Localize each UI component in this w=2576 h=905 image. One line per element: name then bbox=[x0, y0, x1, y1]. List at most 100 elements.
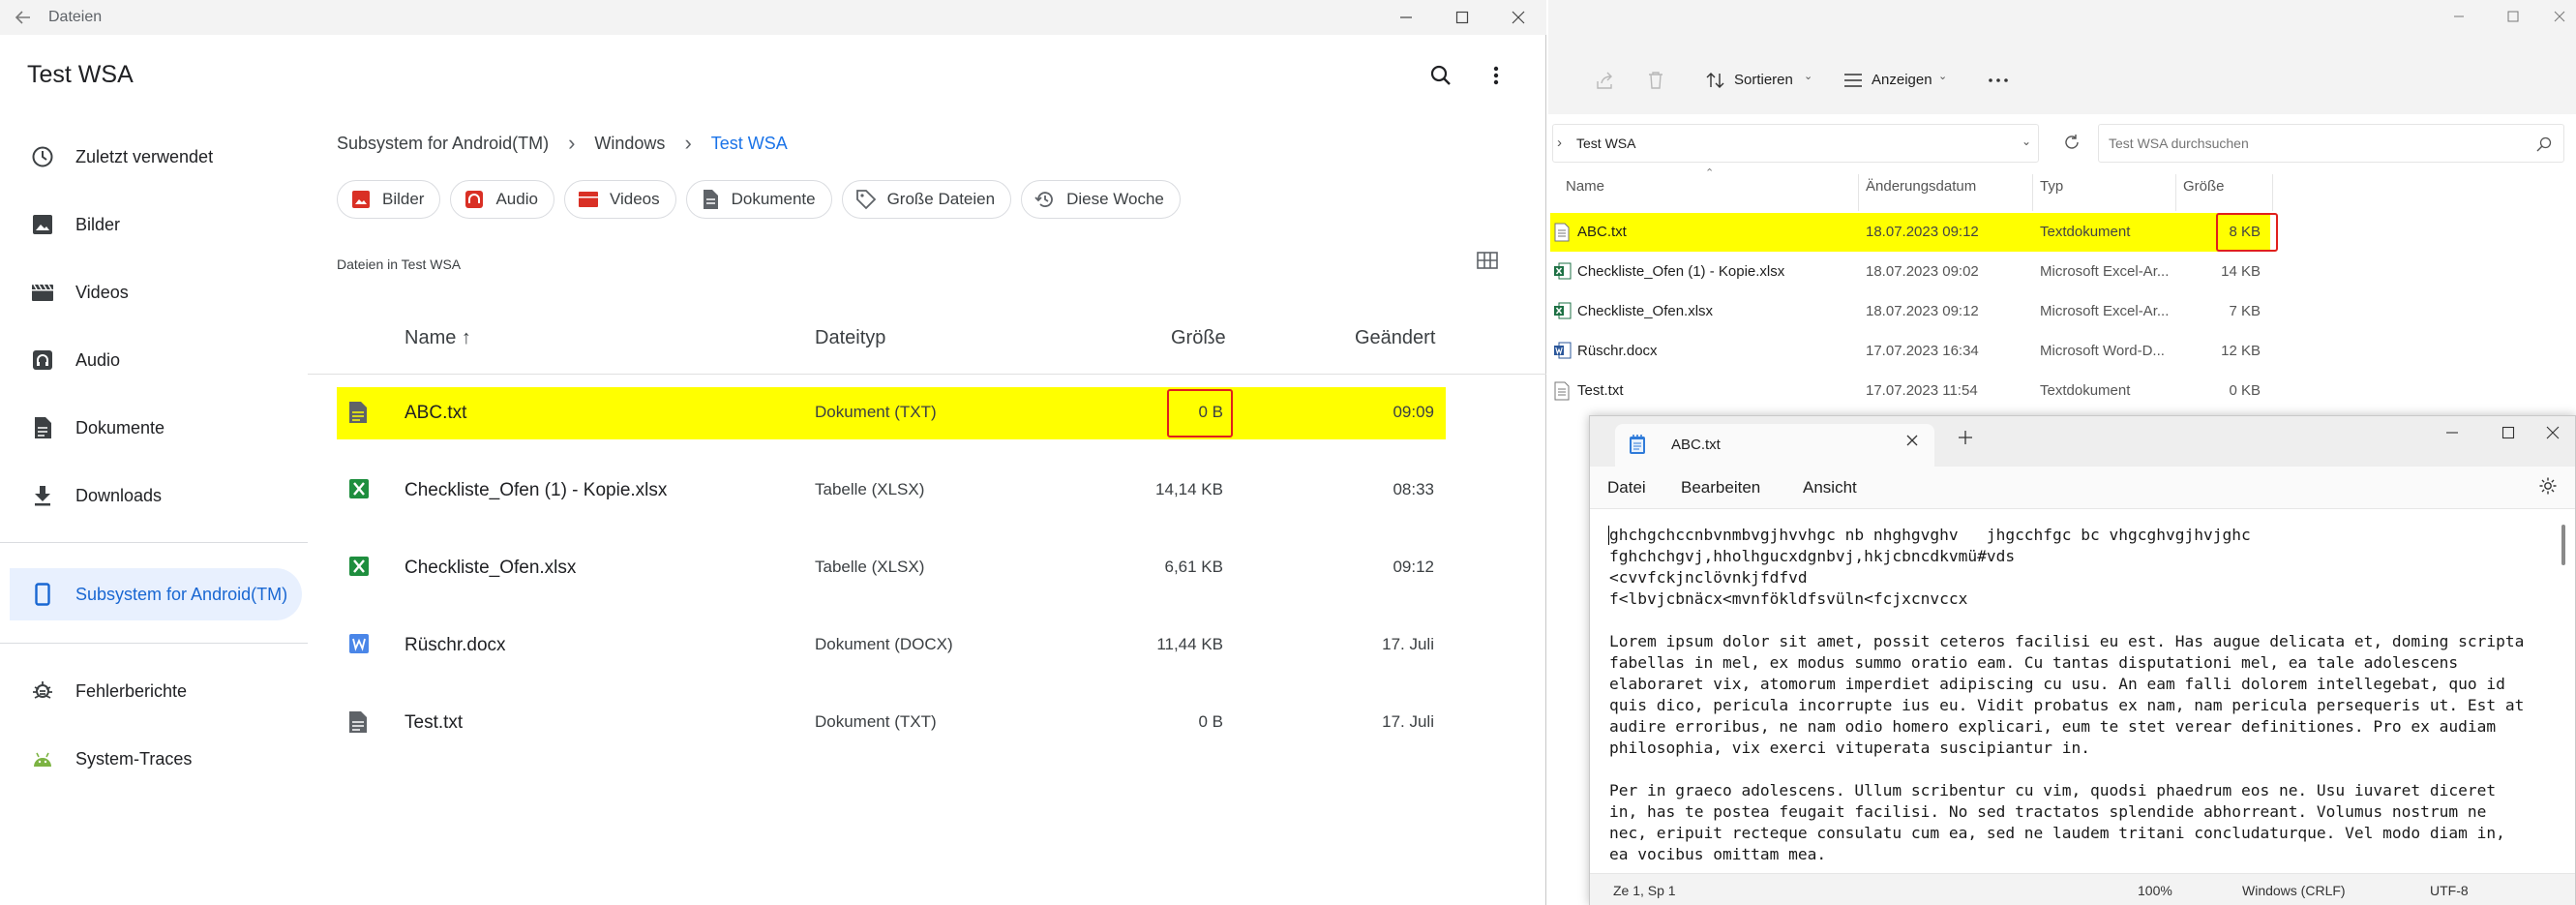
column-header-size[interactable]: Größe bbox=[2183, 178, 2225, 207]
breadcrumb-item[interactable]: Windows bbox=[594, 134, 665, 154]
audio-icon bbox=[463, 188, 486, 211]
explorer-row[interactable]: ABC.txt 18.07.2023 09:12 Textdokument 8 … bbox=[1550, 213, 2270, 252]
text-file-icon bbox=[1554, 381, 1572, 401]
refresh-icon[interactable] bbox=[2059, 130, 2084, 155]
nav-item-audio[interactable]: Audio bbox=[10, 334, 302, 386]
explorer-row[interactable]: Test.txt 17.07.2023 11:54 Textdokument 0… bbox=[1550, 372, 2270, 410]
file-row[interactable]: ABC.txt Dokument (TXT) 0 B 09:09 bbox=[337, 387, 1446, 439]
chevron-right-icon: › bbox=[568, 131, 576, 155]
file-row[interactable]: Rüschr.docx Dokument (DOCX) 11,44 KB 17.… bbox=[337, 619, 1446, 672]
file-size: 11,44 KB bbox=[1156, 635, 1223, 653]
column-divider[interactable] bbox=[2032, 174, 2033, 211]
minimize-button[interactable] bbox=[2431, 0, 2487, 33]
image-icon bbox=[349, 188, 373, 211]
chevron-down-icon: ⌄ bbox=[1938, 71, 1948, 82]
status-zoom[interactable]: 100% bbox=[2138, 883, 2172, 898]
close-tab-icon[interactable] bbox=[1905, 434, 1919, 447]
chip-documents[interactable]: Dokumente bbox=[685, 180, 832, 219]
breadcrumb-item[interactable]: Subsystem for Android(TM) bbox=[337, 134, 549, 154]
column-header-modified[interactable]: Geändert bbox=[1355, 327, 1435, 349]
grid-view-icon[interactable] bbox=[1477, 252, 1502, 277]
sort-button[interactable]: Sortieren bbox=[1734, 72, 1793, 88]
column-divider[interactable] bbox=[2272, 174, 2273, 211]
column-header-size[interactable]: Größe bbox=[1171, 327, 1226, 349]
search-input[interactable] bbox=[2098, 124, 2564, 163]
annotation-box bbox=[1167, 389, 1233, 437]
column-header-date[interactable]: Änderungsdatum bbox=[1866, 178, 1976, 207]
file-type: Tabelle (XLSX) bbox=[815, 558, 925, 576]
window-title: Dateien bbox=[48, 9, 103, 25]
delete-icon[interactable] bbox=[1643, 68, 1668, 93]
chip-label: Bilder bbox=[382, 190, 425, 208]
back-arrow-icon[interactable] bbox=[14, 8, 33, 27]
file-row[interactable]: Test.txt Dokument (TXT) 0 B 17. Juli bbox=[337, 697, 1446, 749]
search-icon[interactable] bbox=[1425, 60, 1456, 91]
menu-file[interactable]: Datei bbox=[1607, 478, 1646, 498]
chip-videos[interactable]: Videos bbox=[563, 180, 676, 219]
view-button[interactable]: Anzeigen bbox=[1872, 72, 1932, 88]
text-file-icon bbox=[348, 401, 372, 426]
settings-gear-icon[interactable] bbox=[2538, 476, 2558, 496]
nav-item-bug-reports[interactable]: Fehlerberichte bbox=[10, 665, 302, 717]
nav-item-images[interactable]: Bilder bbox=[10, 198, 302, 251]
explorer-row[interactable]: Checkliste_Ofen (1) - Kopie.xlsx 18.07.2… bbox=[1550, 253, 2270, 291]
breadcrumb-current[interactable]: Test WSA bbox=[711, 134, 788, 154]
sort-icon[interactable] bbox=[1703, 68, 1728, 93]
share-icon[interactable] bbox=[1593, 68, 1618, 93]
notepad-tab[interactable]: ABC.txt bbox=[1615, 424, 1934, 467]
scrollbar-thumb[interactable] bbox=[2561, 525, 2565, 565]
chevron-down-icon[interactable]: ⌄ bbox=[2022, 135, 2031, 148]
android-files-window: Dateien Test WSA Zuletzt verwendet Bilde… bbox=[0, 0, 1546, 905]
column-header-name[interactable]: Name ↑ bbox=[404, 327, 471, 349]
minimize-button[interactable] bbox=[2424, 416, 2480, 449]
file-name: Rüschr.docx bbox=[404, 635, 506, 655]
column-header-type[interactable]: Typ bbox=[2040, 178, 2063, 207]
menu-view[interactable]: Ansicht bbox=[1803, 478, 1857, 498]
search-icon[interactable] bbox=[2531, 132, 2557, 157]
explorer-row[interactable]: Rüschr.docx 17.07.2023 16:34 Microsoft W… bbox=[1550, 332, 2270, 371]
nav-item-recent[interactable]: Zuletzt verwendet bbox=[10, 131, 302, 183]
more-vert-icon[interactable] bbox=[1481, 60, 1512, 91]
column-header-type[interactable]: Dateityp bbox=[815, 327, 885, 349]
menu-edit[interactable]: Bearbeiten bbox=[1681, 478, 1760, 498]
breadcrumb: Subsystem for Android(TM) › Windows › Te… bbox=[337, 130, 788, 157]
chip-audio[interactable]: Audio bbox=[450, 180, 554, 219]
file-row[interactable]: Checkliste_Ofen.xlsx Tabelle (XLSX) 6,61… bbox=[337, 542, 1446, 594]
video-icon bbox=[29, 279, 56, 306]
file-name: Test.txt bbox=[404, 712, 464, 733]
text-cursor bbox=[1608, 526, 1609, 545]
more-horiz-icon[interactable] bbox=[1986, 68, 2011, 93]
column-divider[interactable] bbox=[1858, 174, 1859, 211]
chip-this-week[interactable]: Diese Woche bbox=[1021, 180, 1181, 219]
chip-label: Diese Woche bbox=[1066, 190, 1164, 208]
minimize-button[interactable] bbox=[1378, 0, 1434, 35]
app-title: Test WSA bbox=[27, 61, 134, 88]
close-button[interactable] bbox=[2531, 0, 2576, 33]
file-row[interactable]: Checkliste_Ofen (1) - Kopie.xlsx Tabelle… bbox=[337, 465, 1446, 517]
nav-item-label: Downloads bbox=[75, 485, 163, 505]
chip-images[interactable]: Bilder bbox=[337, 180, 441, 219]
notepad-text-area[interactable]: ghchgchccnbvnmbvgjhvvhgc nb nhghgvghv jh… bbox=[1609, 525, 2529, 865]
explorer-row[interactable]: Checkliste_Ofen.xlsx 18.07.2023 09:12 Mi… bbox=[1550, 292, 2270, 331]
explorer-file-date: 17.07.2023 11:54 bbox=[1866, 382, 1978, 399]
nav-item-subsystem[interactable]: Subsystem for Android(TM) bbox=[10, 568, 302, 620]
explorer-file-type: Textdokument bbox=[2040, 224, 2131, 240]
view-icon[interactable] bbox=[1841, 68, 1866, 93]
nav-item-downloads[interactable]: Downloads bbox=[10, 469, 302, 522]
explorer-file-size: 14 KB bbox=[2221, 263, 2261, 280]
new-tab-icon[interactable] bbox=[1958, 430, 1973, 445]
maximize-button[interactable] bbox=[1434, 0, 1490, 35]
close-button[interactable] bbox=[2525, 416, 2576, 449]
nav-item-system-traces[interactable]: System-Traces bbox=[10, 733, 302, 785]
nav-item-videos[interactable]: Videos bbox=[10, 266, 302, 318]
address-bar[interactable]: › Test WSA ⌄ bbox=[1552, 124, 2039, 163]
column-header-name[interactable]: Name bbox=[1566, 178, 1604, 207]
chip-label: Videos bbox=[609, 190, 660, 208]
phone-icon bbox=[29, 581, 56, 608]
chip-label: Dokumente bbox=[731, 190, 816, 208]
nav-item-documents[interactable]: Dokumente bbox=[10, 402, 302, 454]
history-icon bbox=[1033, 188, 1057, 211]
chip-large-files[interactable]: Große Dateien bbox=[841, 180, 1012, 219]
column-divider[interactable] bbox=[2175, 174, 2176, 211]
close-button[interactable] bbox=[1490, 0, 1546, 35]
